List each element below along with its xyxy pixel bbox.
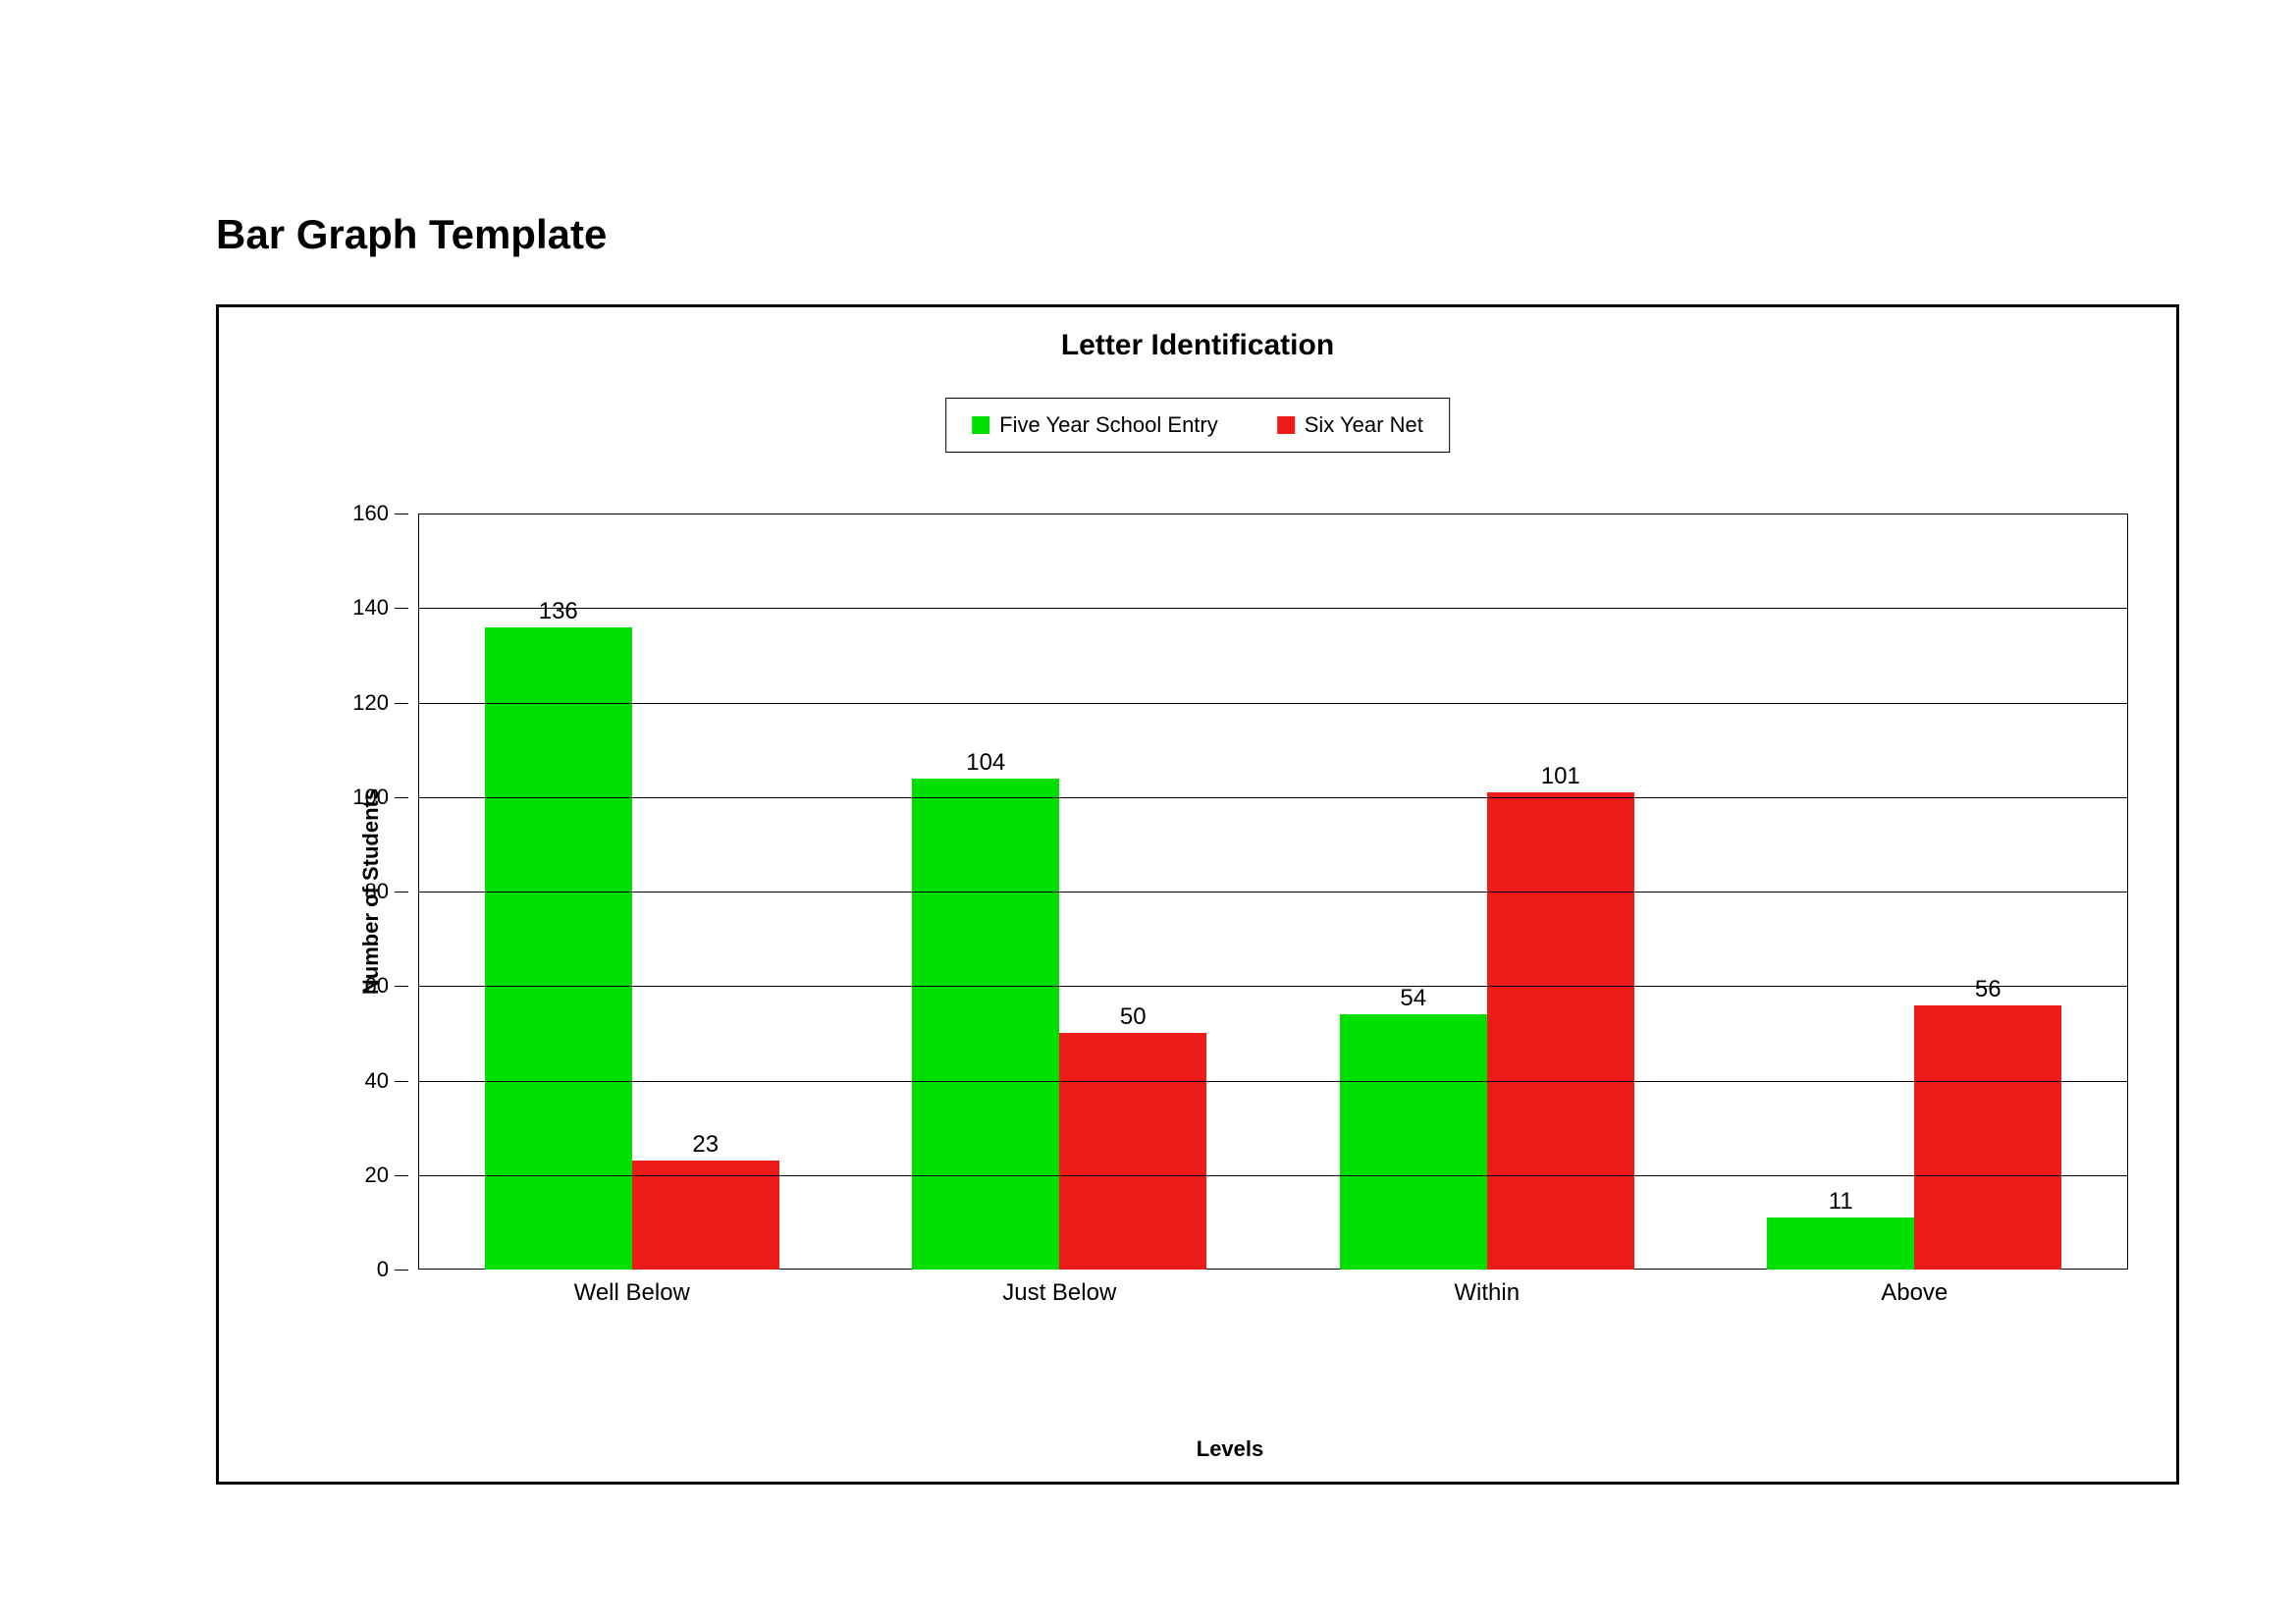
bar: 56 xyxy=(1914,1005,2061,1271)
y-tick: 120 xyxy=(320,690,389,716)
x-tick: Within xyxy=(1273,1279,1701,1307)
y-tick: 140 xyxy=(320,595,389,621)
bar-value-label: 136 xyxy=(485,598,632,625)
y-tick: 40 xyxy=(320,1068,389,1094)
chart-frame: Letter Identification Five Year School E… xyxy=(216,304,2179,1485)
bar-value-label: 50 xyxy=(1059,1003,1206,1031)
grid-line xyxy=(418,1175,2128,1176)
bar-value-label: 101 xyxy=(1487,763,1634,790)
legend-item-0: Five Year School Entry xyxy=(972,412,1218,438)
bar: 101 xyxy=(1487,792,1634,1270)
y-tick: 20 xyxy=(320,1163,389,1188)
y-tick: 160 xyxy=(320,501,389,526)
bar: 23 xyxy=(632,1161,779,1270)
x-axis-title: Levels xyxy=(332,1436,2128,1462)
bar-value-label: 11 xyxy=(1767,1188,1914,1216)
y-tick: 100 xyxy=(320,784,389,810)
y-tick: 60 xyxy=(320,973,389,999)
bar: 50 xyxy=(1059,1033,1206,1270)
grid-line xyxy=(418,892,2128,893)
legend-item-1: Six Year Net xyxy=(1277,412,1423,438)
legend-swatch-0 xyxy=(972,416,989,434)
legend-label-1: Six Year Net xyxy=(1305,412,1423,438)
grid-line xyxy=(418,1081,2128,1082)
grid-line xyxy=(418,797,2128,798)
chart-title: Letter Identification xyxy=(219,329,2176,362)
x-tick: Well Below xyxy=(418,1279,846,1307)
y-tick: 0 xyxy=(320,1257,389,1282)
bar-value-label: 56 xyxy=(1914,976,2061,1003)
bar-value-label: 23 xyxy=(632,1131,779,1159)
x-tick-row: Well BelowJust BelowWithinAbove xyxy=(418,1279,2128,1307)
y-tick: 80 xyxy=(320,879,389,904)
bar: 11 xyxy=(1767,1217,1914,1270)
legend: Five Year School Entry Six Year Net xyxy=(945,398,1450,453)
grid-line xyxy=(418,986,2128,987)
x-tick: Above xyxy=(1701,1279,2129,1307)
legend-swatch-1 xyxy=(1277,416,1295,434)
bar: 136 xyxy=(485,627,632,1271)
plot-area: Number of Students 020406080100120140160… xyxy=(332,514,2128,1270)
bar: 104 xyxy=(912,779,1059,1271)
bar-value-label: 54 xyxy=(1340,985,1487,1012)
legend-label-0: Five Year School Entry xyxy=(999,412,1218,438)
x-tick: Just Below xyxy=(846,1279,1274,1307)
page-title: Bar Graph Template xyxy=(216,211,607,258)
grid-line xyxy=(418,703,2128,704)
grid-line xyxy=(418,608,2128,609)
bar-value-label: 104 xyxy=(912,749,1059,777)
bar: 54 xyxy=(1340,1014,1487,1270)
